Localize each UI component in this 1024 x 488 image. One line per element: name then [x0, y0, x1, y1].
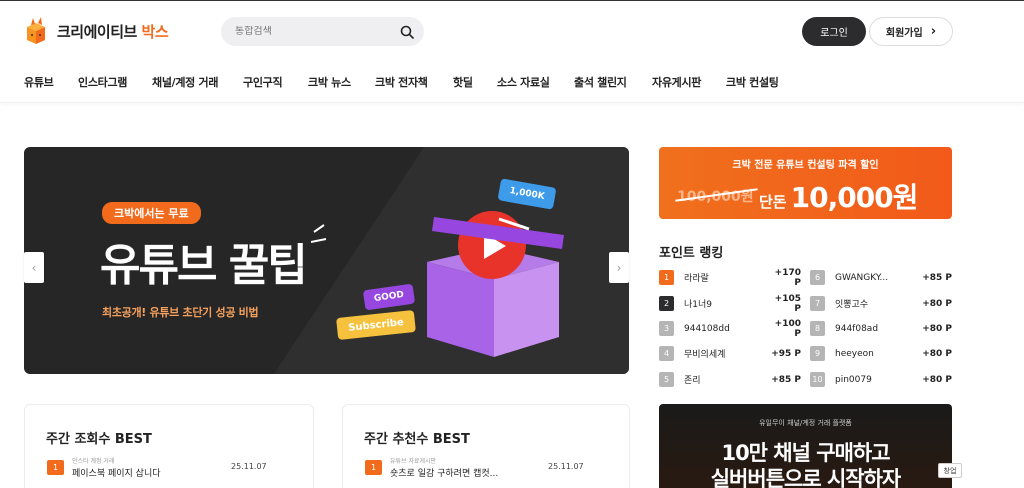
banner-subtitle: 최초공개! 유튜브 초단기 성공 비법 — [102, 306, 259, 319]
rank-points: +80 P — [922, 323, 952, 334]
rank-number: 8 — [810, 321, 825, 336]
startup-chip[interactable]: 창업 — [938, 463, 962, 478]
nav-item-jobs[interactable]: 구인구직 — [243, 74, 283, 90]
rank-number: 1 — [659, 270, 674, 285]
rank-user: heeyeon — [835, 348, 874, 359]
weekly-recommend-best-card: 주간 추천수 BEST 1 유튜브 자료게시판 숏츠로 일감 구하려면 캡컷..… — [342, 404, 630, 488]
rank-points: +105 P — [774, 293, 801, 314]
banner-pill: 크박에서는 무료 — [102, 202, 201, 224]
list-item[interactable]: 1 인스타 계정 거래 페이스북 페이지 삽니다 — [47, 456, 161, 479]
card-title: 주간 조회수 BEST — [46, 432, 152, 447]
nav-item-consulting[interactable]: 크박 컨설팅 — [726, 74, 779, 90]
ranking-row[interactable]: 10 pin0079 +80 P — [810, 372, 952, 387]
banner-prev-button[interactable]: ‹ — [24, 252, 44, 283]
rank-number: 9 — [810, 346, 825, 361]
nav-item-channel-trade[interactable]: 채널/계정 거래 — [152, 74, 218, 90]
logo-text: 크리에이티브 박스 — [57, 22, 169, 41]
rank-user: 무비의세계 — [684, 350, 726, 360]
ranking-row[interactable]: 4 무비의세계 +95 P — [659, 346, 801, 361]
rank-points: +85 P — [922, 272, 952, 283]
card-title: 주간 추천수 BEST — [364, 432, 470, 447]
post-date: 25.11.07 — [231, 462, 267, 471]
promo-old-price: 100,000원 — [677, 186, 754, 206]
channel-trade-ad[interactable]: 유일무이 채널/계정 거래 플랫폼 10만 채널 구매하고 실버버튼으로 시작하… — [659, 404, 952, 488]
promo-headline: 크박 전문 유튜브 컨설팅 파격 할인 — [732, 160, 879, 171]
rank-user: pin0079 — [835, 374, 872, 385]
rank-user: GWANGKY... — [835, 272, 889, 283]
ranking-row[interactable]: 2 나1너9 +105 P — [659, 293, 801, 314]
rank-number: 4 — [659, 346, 674, 361]
rank-number: 7 — [810, 296, 825, 311]
post-date: 25.11.07 — [548, 462, 584, 471]
ad-headline: 10만 채널 구매하고 실버버튼으로 시작하자 — [710, 441, 902, 488]
post-category: 유튜브 자료게시판 — [390, 458, 437, 465]
ranking-title: 포인트 랭킹 — [659, 246, 724, 261]
rank-number: 2 — [659, 296, 674, 311]
main-banner[interactable]: 1,000K GOOD Subscribe 크박에서는 무료 유튜브 꿀팁 최초… — [24, 147, 629, 374]
banner-title: 유튜브 꿀팁 — [100, 240, 308, 291]
chevron-right-icon: › — [930, 24, 937, 39]
rank-user: 라라랄 — [684, 274, 709, 284]
nav-item-free-board[interactable]: 자유게시판 — [652, 74, 701, 90]
rank-number: 1 — [365, 460, 382, 475]
nav-item-hotdeal[interactable]: 핫딜 — [453, 74, 473, 90]
header: 크리에이티브 박스 로그인 회원가입 › — [0, 0, 1024, 60]
ad-tagline: 유일무이 채널/계정 거래 플랫폼 — [759, 419, 852, 427]
list-item[interactable]: 1 유튜브 자료게시판 숏츠로 일감 구하려면 캡컷... — [365, 456, 498, 479]
weekly-views-best-card: 주간 조회수 BEST 1 인스타 계정 거래 페이스북 페이지 삽니다 25.… — [24, 404, 314, 488]
post-category: 인스타 계정 거래 — [72, 458, 115, 465]
nav-item-youtube[interactable]: 유튜브 — [24, 74, 54, 90]
search-input[interactable] — [235, 26, 400, 37]
nav-item-news[interactable]: 크박 뉴스 — [308, 74, 351, 90]
consulting-promo-banner[interactable]: 크박 전문 유튜브 컨설팅 파격 할인 100,000원 단돈 10,000원 — [659, 147, 952, 219]
rank-points: +80 P — [922, 298, 952, 309]
rank-number: 3 — [659, 321, 674, 336]
rank-number: 10 — [810, 372, 825, 387]
join-label: 회원가입 — [885, 28, 923, 39]
login-button[interactable]: 로그인 — [802, 17, 866, 46]
search-bar[interactable] — [221, 17, 424, 46]
rank-user: 나1너9 — [684, 300, 713, 310]
post-title[interactable]: 숏츠로 일감 구하려면 캡컷... — [390, 466, 498, 479]
rank-points: +100 P — [774, 318, 801, 339]
rank-number: 5 — [659, 372, 674, 387]
ranking-row[interactable]: 1 라라랄 +170 P — [659, 267, 801, 288]
rank-user: 잇뽕고수 — [835, 300, 869, 310]
rank-user: 944f08ad — [835, 323, 879, 334]
search-icon[interactable] — [400, 25, 414, 39]
ranking-row[interactable]: 6 GWANGKY... +85 P — [810, 270, 952, 285]
rank-points: +95 P — [771, 348, 801, 359]
banner-next-button[interactable]: › — [609, 252, 629, 283]
nav-item-source[interactable]: 소스 자료실 — [497, 74, 550, 90]
ranking-row[interactable]: 9 heeyeon +80 P — [810, 346, 952, 361]
rank-points: +80 P — [922, 374, 952, 385]
rank-user: 존리 — [684, 376, 701, 386]
rank-number: 6 — [810, 270, 825, 285]
rank-points: +80 P — [922, 348, 952, 359]
rank-number: 1 — [47, 460, 64, 475]
promo-new-price: 단돈 10,000원 — [759, 181, 918, 214]
ranking-row[interactable]: 5 존리 +85 P — [659, 372, 801, 387]
logo[interactable]: 크리에이티브 박스 — [23, 17, 169, 45]
box-logo-icon — [27, 17, 45, 44]
nav-item-ebook[interactable]: 크박 전자책 — [375, 74, 428, 90]
ranking-row[interactable]: 8 944f08ad +80 P — [810, 321, 952, 336]
nav-item-attendance[interactable]: 출석 챌린지 — [574, 74, 627, 90]
rank-points: +170 P — [774, 267, 801, 288]
ranking-row[interactable]: 7 잇뽕고수 +80 P — [810, 296, 952, 311]
rank-user: 944108dd — [684, 323, 730, 334]
nav-item-instagram[interactable]: 인스타그램 — [78, 74, 127, 90]
rank-points: +85 P — [771, 374, 801, 385]
post-title[interactable]: 페이스북 페이지 삽니다 — [72, 466, 161, 479]
ranking-row[interactable]: 3 944108dd +100 P — [659, 318, 801, 339]
main-nav: 유튜브 인스타그램 채널/계정 거래 구인구직 크박 뉴스 크박 전자책 핫딜 … — [0, 61, 1024, 103]
join-button[interactable]: 회원가입 › — [869, 17, 953, 46]
